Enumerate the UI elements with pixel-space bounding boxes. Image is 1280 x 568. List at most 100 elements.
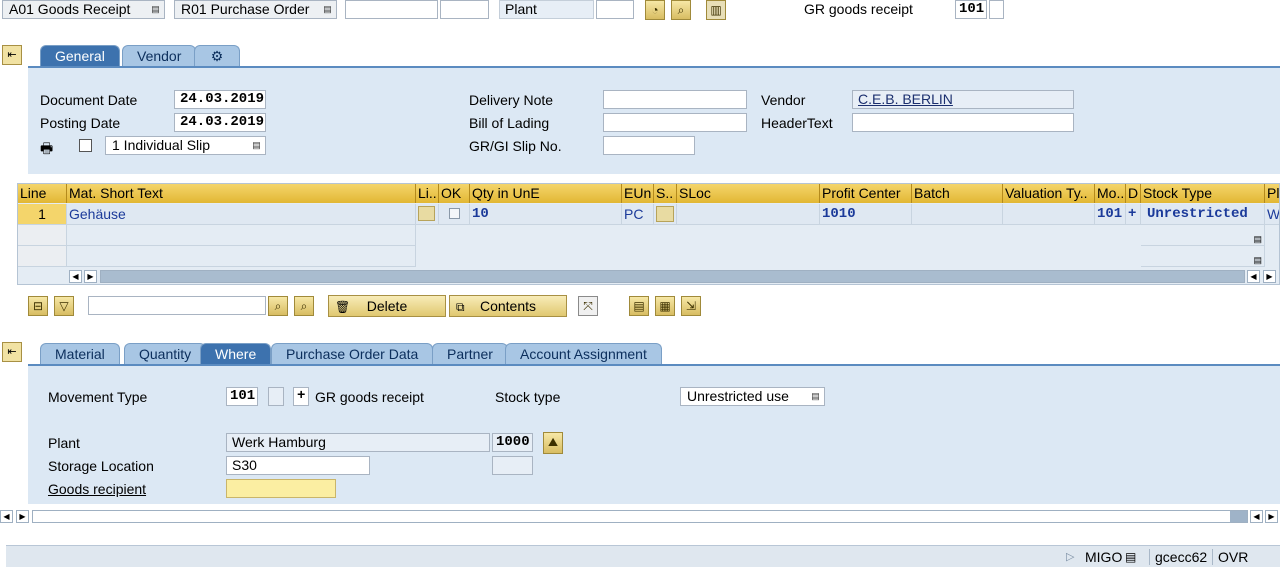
scroll-left-icon[interactable]: ◀ [0, 510, 13, 523]
scroll-right-icon[interactable]: ▶ [1263, 270, 1276, 283]
collapse-header-icon[interactable]: ⇤ [2, 45, 22, 65]
empty-row-stock[interactable]: ▤ [1141, 225, 1265, 246]
tab-general[interactable]: General [40, 45, 120, 67]
scroll-left-icon[interactable]: ◀ [1247, 270, 1260, 283]
scroll-left-icon[interactable]: ◀ [1250, 510, 1263, 523]
col-mat-short-text[interactable]: Mat. Short Text [67, 184, 416, 203]
tab-purchase-order-data[interactable]: Purchase Order Data [271, 343, 434, 365]
filter-icon[interactable]: ▽ [54, 296, 74, 316]
empty-row-line[interactable] [18, 225, 67, 246]
posting-date-input[interactable]: 24.03.2019 [174, 113, 266, 132]
vendor-field[interactable]: C.E.B. BERLIN [852, 90, 1074, 109]
col-sloc[interactable]: SLoc [677, 184, 820, 203]
row-qty-cell[interactable]: 10 [470, 204, 622, 225]
row-ok-cell[interactable] [439, 204, 470, 225]
row-profit-center-cell[interactable]: 1010 [820, 204, 912, 225]
lock-icon[interactable]: ⊟ [28, 296, 48, 316]
more-tabs-icon[interactable]: ⚙ [194, 45, 240, 67]
status-dropdown-icon[interactable]: ▤ [1125, 549, 1136, 565]
tab-partner[interactable]: Partner [432, 343, 508, 365]
scroll-right-icon[interactable]: ▶ [16, 510, 29, 523]
col-movement[interactable]: Mo.. [1095, 184, 1126, 203]
plant-detail-icon[interactable]: ⛰ [543, 432, 563, 454]
print-icon[interactable]: 🖶 [40, 138, 53, 162]
tab-account-assignment[interactable]: Account Assignment [505, 343, 662, 365]
row-eun-cell[interactable]: PC [622, 204, 654, 225]
delete-button[interactable]: 🗑 Delete [328, 295, 446, 317]
export-icon[interactable]: ⇲ [681, 296, 701, 316]
tab-where[interactable]: Where [200, 343, 272, 365]
empty-row-line[interactable] [18, 246, 67, 267]
mvt-reason-input[interactable] [989, 0, 1004, 19]
header-text-input[interactable] [852, 113, 1074, 132]
col-stock-type[interactable]: Stock Type [1141, 184, 1265, 203]
plant-top-input[interactable] [596, 0, 634, 19]
row-line-cell[interactable]: 1 [18, 204, 67, 225]
movement-type-input[interactable]: 101 [226, 387, 258, 406]
doc-action-dropdown[interactable]: A01 Goods Receipt ▤ [2, 0, 165, 19]
col-eun[interactable]: EUn [622, 184, 654, 203]
stock-type-dropdown[interactable]: Unrestricted use ▤ [680, 387, 825, 406]
stock-icon[interactable] [656, 206, 674, 222]
col-line[interactable]: Line [18, 184, 67, 203]
col-profit-center[interactable]: Profit Center [820, 184, 912, 203]
row-mvt-cell[interactable]: 101 [1095, 204, 1126, 225]
item-search-input[interactable] [88, 296, 266, 315]
layout-icon[interactable]: ▦ [655, 296, 675, 316]
detail-icon[interactable] [418, 206, 435, 221]
slip-dropdown[interactable]: 1 Individual Slip ▤ [105, 136, 266, 155]
tab-quantity[interactable]: Quantity [124, 343, 207, 365]
page-scrollbar[interactable] [32, 510, 1248, 523]
ref-doc-item-input[interactable] [440, 0, 489, 19]
hold-icon[interactable]: ▥ [706, 0, 726, 20]
col-s[interactable]: S.. [654, 184, 677, 203]
col-valuation-type[interactable]: Valuation Ty.. [1003, 184, 1095, 203]
ok-checkbox[interactable] [449, 208, 460, 219]
gr-slip-input[interactable] [603, 136, 695, 155]
fullscreen-icon[interactable]: ⤧ [578, 296, 598, 316]
col-qty[interactable]: Qty in UnE [470, 184, 622, 203]
bill-of-lading-input[interactable] [603, 113, 747, 132]
scroll-right-icon[interactable]: ▶ [84, 270, 97, 283]
scroll-left-icon[interactable]: ◀ [69, 270, 82, 283]
find-next-icon[interactable]: ⌕ [294, 296, 314, 316]
delivery-note-input[interactable] [603, 90, 747, 109]
find-icon[interactable]: ⌕ [268, 296, 288, 316]
status-expand-icon[interactable]: ▷ [1066, 549, 1074, 565]
mvt-top-input[interactable]: 101 [955, 0, 987, 19]
collapse-detail-icon[interactable]: ⇤ [2, 342, 22, 362]
scroll-right-icon[interactable]: ▶ [1265, 510, 1278, 523]
grid-scrollbar[interactable] [100, 270, 1245, 283]
document-date-input[interactable]: 24.03.2019 [174, 90, 266, 109]
empty-row[interactable] [67, 225, 416, 246]
ref-doc-number-input[interactable] [345, 0, 438, 19]
contents-button[interactable]: ⧉ Contents [449, 295, 567, 317]
row-sloc-cell[interactable] [677, 204, 820, 225]
row-stock-type-cell[interactable]: Unrestricted [1141, 204, 1265, 225]
row-valuation-cell[interactable] [1003, 204, 1095, 225]
col-d[interactable]: D [1126, 184, 1141, 203]
row-s-cell[interactable] [654, 204, 677, 225]
goods-recipient-input[interactable] [226, 479, 336, 498]
row-d-cell[interactable]: + [1126, 204, 1141, 225]
find-icon[interactable]: ⌕ [671, 0, 691, 20]
row-li-cell[interactable] [416, 204, 439, 225]
tab-vendor[interactable]: Vendor [122, 45, 197, 67]
row-plant-cell[interactable]: W [1265, 204, 1279, 225]
folder-icon[interactable]: ▤ [629, 296, 649, 316]
col-li[interactable]: Li.. [416, 184, 439, 203]
tab-material[interactable]: Material [40, 343, 120, 365]
row-mat-text-cell[interactable]: Gehäuse [67, 204, 416, 225]
col-plant[interactable]: Pl [1265, 184, 1279, 203]
ref-doc-dropdown[interactable]: R01 Purchase Order ▤ [174, 0, 337, 19]
empty-row-stock[interactable]: ▤ [1141, 246, 1265, 267]
execute-icon[interactable]: ◔ [645, 0, 665, 20]
storage-location-input[interactable]: S30 [226, 456, 370, 475]
row-batch-cell[interactable] [912, 204, 1003, 225]
print-checkbox[interactable] [79, 139, 92, 152]
col-batch[interactable]: Batch [912, 184, 1003, 203]
scroll-thumb[interactable] [1230, 511, 1247, 522]
col-ok[interactable]: OK [439, 184, 470, 203]
input-mode[interactable]: OVR [1212, 549, 1248, 565]
empty-row[interactable] [67, 246, 416, 267]
